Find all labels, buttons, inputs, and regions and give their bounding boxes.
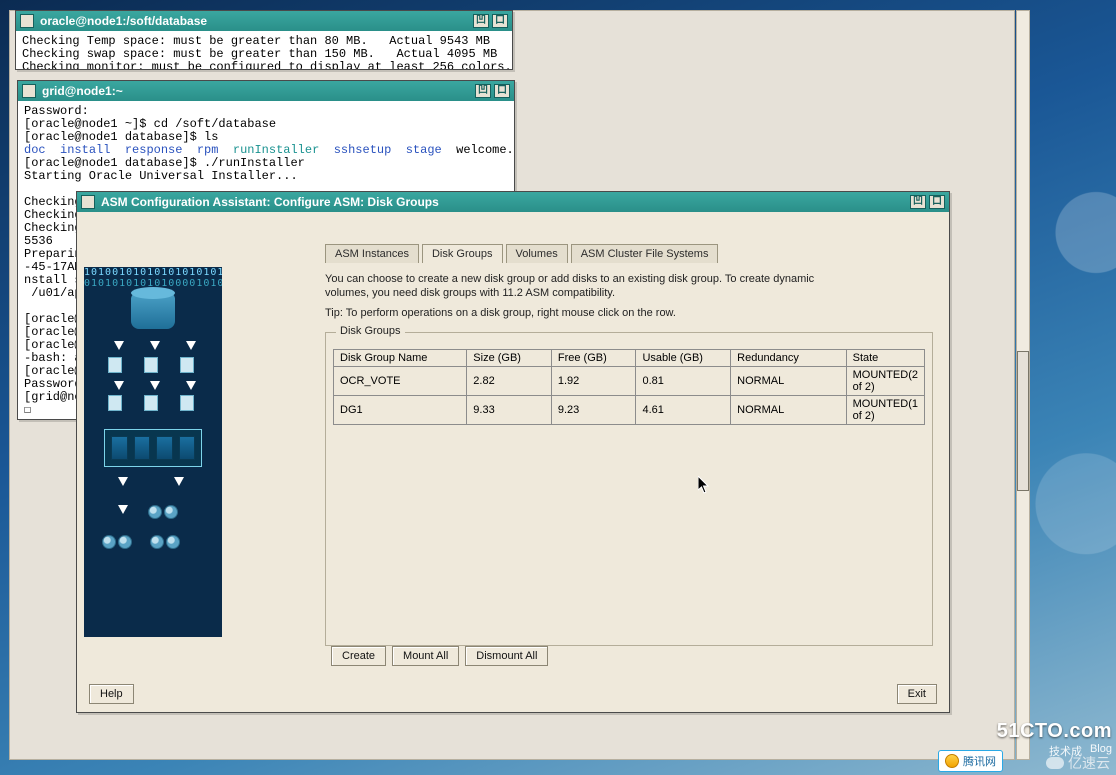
cell-state: MOUNTED(1 of 2) <box>846 396 924 425</box>
terminal-grid-title: grid@node1:~ <box>42 84 472 98</box>
storage-rack-icon <box>104 429 202 467</box>
window-menu-icon[interactable] <box>22 84 36 98</box>
col-usable[interactable]: Usable (GB) <box>636 350 731 367</box>
cell-name: OCR_VOTE <box>334 367 467 396</box>
maximize-button[interactable]: 口 <box>492 14 508 28</box>
tab-disk-groups[interactable]: Disk Groups <box>422 244 503 263</box>
yisu-text: 亿速云 <box>1068 753 1110 773</box>
terminal-line: Checking Temp space: must be greater tha… <box>22 34 512 48</box>
ls-entry: stage <box>406 143 442 157</box>
terminal-grid-titlebar[interactable]: grid@node1:~ 凹 口 <box>18 81 514 101</box>
mount-all-button[interactable]: Mount All <box>392 646 459 666</box>
table-header-row: Disk Group Name Size (GB) Free (GB) Usab… <box>334 350 925 367</box>
world-map-silhouette <box>1016 0 1116 775</box>
cell-redundancy: NORMAL <box>731 396 846 425</box>
cell-name: DG1 <box>334 396 467 425</box>
asm-body: 10100101010101010101 0101010101010000101… <box>77 212 949 712</box>
minimize-button[interactable]: 凹 <box>473 14 489 28</box>
terminal-oracle-window[interactable]: oracle@node1:/soft/database 凹 口 Checking… <box>15 10 513 70</box>
ls-entry: sshsetup <box>334 143 392 157</box>
cto-text: 51CTO.com <box>997 720 1112 743</box>
fieldset-legend: Disk Groups <box>336 325 405 337</box>
terminal-oracle-title: oracle@node1:/soft/database <box>40 14 470 28</box>
table-row[interactable]: OCR_VOTE 2.82 1.92 0.81 NORMAL MOUNTED(2… <box>334 367 925 396</box>
disk-groups-fieldset: Disk Groups Disk Group Name Size (GB) Fr… <box>325 332 933 646</box>
tab-volumes[interactable]: Volumes <box>506 244 568 263</box>
asm-title: ASM Configuration Assistant: Configure A… <box>101 195 907 209</box>
maximize-button[interactable]: 口 <box>929 195 945 209</box>
cell-size: 2.82 <box>467 367 552 396</box>
asm-sidebar-illustration: 10100101010101010101 0101010101010000101… <box>84 267 222 637</box>
col-name[interactable]: Disk Group Name <box>334 350 467 367</box>
terminal-line: Checking monitor: must be configured to … <box>22 60 512 69</box>
ls-entry: runInstaller <box>233 143 319 157</box>
cell-free: 1.92 <box>551 367 636 396</box>
tab-asm-instances[interactable]: ASM Instances <box>325 244 419 263</box>
ls-entry: response <box>125 143 183 157</box>
cloud-icon <box>1046 757 1064 769</box>
vertical-scrollbar[interactable] <box>1016 10 1030 760</box>
terminal-text: Password: [oracle@node1 ~]$ cd /soft/dat… <box>24 104 276 144</box>
ls-entry: welcome.html <box>456 143 514 157</box>
disk-groups-table[interactable]: Disk Group Name Size (GB) Free (GB) Usab… <box>333 349 925 425</box>
mouse-cursor-icon <box>698 476 710 494</box>
terminal-line: Checking swap space: must be greater tha… <box>22 47 512 61</box>
scrollbar-thumb[interactable] <box>1017 351 1029 491</box>
asm-config-window[interactable]: ASM Configuration Assistant: Configure A… <box>76 191 950 713</box>
qq-tencent-badge[interactable]: 腾讯网 <box>938 750 1003 772</box>
tab-asm-cluster-fs[interactable]: ASM Cluster File Systems <box>571 244 719 263</box>
maximize-button[interactable]: 口 <box>494 84 510 98</box>
cell-redundancy: NORMAL <box>731 367 846 396</box>
asm-description-1: You can choose to create a new disk grou… <box>325 272 843 300</box>
asm-main-panel: ASM Instances Disk Groups Volumes ASM Cl… <box>227 222 941 702</box>
cell-size: 9.33 <box>467 396 552 425</box>
ls-entry: rpm <box>197 143 219 157</box>
minimize-button[interactable]: 凹 <box>910 195 926 209</box>
dismount-all-button[interactable]: Dismount All <box>465 646 548 666</box>
window-menu-icon[interactable] <box>20 14 34 28</box>
col-state[interactable]: State <box>846 350 924 367</box>
help-button[interactable]: Help <box>89 684 134 704</box>
create-button[interactable]: Create <box>331 646 386 666</box>
yisu-watermark: 亿速云 <box>1046 753 1110 773</box>
asm-tabs: ASM Instances Disk Groups Volumes ASM Cl… <box>325 240 941 262</box>
ls-entry: install <box>60 143 110 157</box>
qq-icon <box>945 754 959 768</box>
cell-free: 9.23 <box>551 396 636 425</box>
cell-usable: 4.61 <box>636 396 731 425</box>
asm-description-tip: Tip: To perform operations on a disk gro… <box>325 306 843 320</box>
cell-state: MOUNTED(2 of 2) <box>846 367 924 396</box>
disk-group-action-buttons: Create Mount All Dismount All <box>331 646 548 666</box>
terminal-oracle-titlebar[interactable]: oracle@node1:/soft/database 凹 口 <box>16 11 512 31</box>
col-redundancy[interactable]: Redundancy <box>731 350 846 367</box>
database-icon <box>131 293 175 329</box>
col-size[interactable]: Size (GB) <box>467 350 552 367</box>
window-menu-icon[interactable] <box>81 195 95 209</box>
exit-button[interactable]: Exit <box>897 684 937 704</box>
cell-usable: 0.81 <box>636 367 731 396</box>
col-free[interactable]: Free (GB) <box>551 350 636 367</box>
table-row[interactable]: DG1 9.33 9.23 4.61 NORMAL MOUNTED(1 of 2… <box>334 396 925 425</box>
binary-decoration: 10100101010101010101 <box>84 267 222 278</box>
terminal-oracle-body[interactable]: Checking Temp space: must be greater tha… <box>16 31 512 69</box>
qq-label: 腾讯网 <box>963 753 996 769</box>
minimize-button[interactable]: 凹 <box>475 84 491 98</box>
asm-titlebar[interactable]: ASM Configuration Assistant: Configure A… <box>77 192 949 212</box>
ls-entry: doc <box>24 143 46 157</box>
